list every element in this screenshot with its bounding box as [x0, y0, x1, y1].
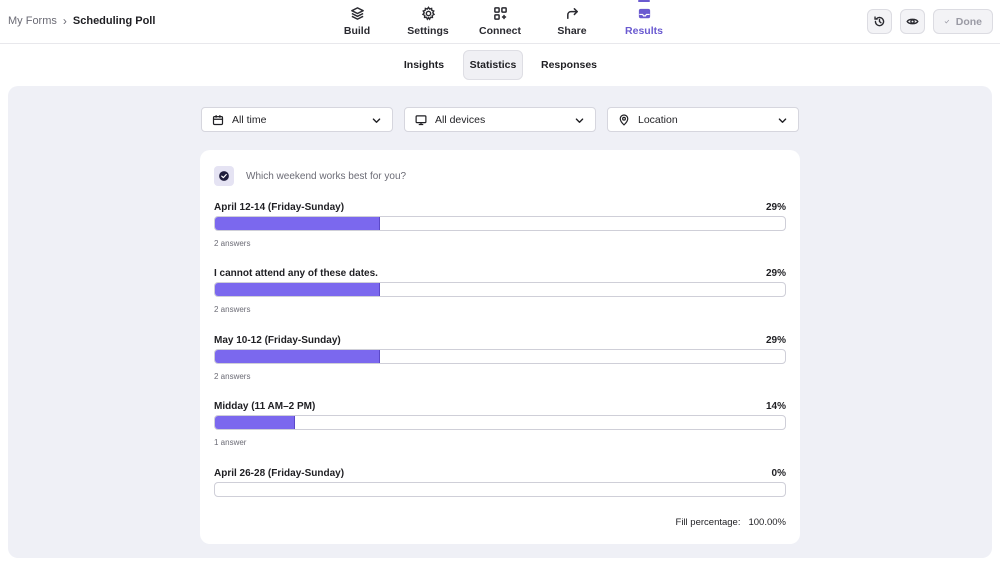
statistics-panel: All time All devices Location Which week… — [8, 86, 992, 558]
layers-icon — [350, 7, 364, 20]
option-row: April 12-14 (Friday-Sunday) 29% 2 answer… — [214, 202, 786, 262]
top-bar: My Forms › Scheduling Poll Build Setting… — [0, 0, 1000, 44]
device-filter[interactable]: All devices — [404, 107, 596, 132]
nav-connect-label: Connect — [479, 25, 521, 37]
tab-statistics[interactable]: Statistics — [463, 50, 523, 80]
option-label: I cannot attend any of these dates. — [214, 268, 378, 279]
question-stats-card: Which weekend works best for you? April … — [200, 150, 800, 544]
nav-results-label: Results — [625, 25, 663, 37]
device-filter-label: All devices — [435, 113, 486, 126]
progress-fill — [215, 283, 381, 296]
option-answer-count: 2 answers — [214, 305, 251, 314]
date-range-label: All time — [232, 113, 267, 126]
option-label: April 26-28 (Friday-Sunday) — [214, 468, 345, 479]
progress-track — [214, 216, 786, 231]
grid-plus-icon — [493, 7, 507, 20]
done-button[interactable]: Done — [933, 9, 993, 34]
progress-fill — [215, 217, 381, 230]
option-row: May 10-12 (Friday-Sunday) 29% 2 answers — [214, 335, 786, 395]
nav-build-label: Build — [343, 25, 371, 37]
nav-share[interactable]: Share — [542, 6, 602, 37]
nav-settings[interactable]: Settings — [398, 6, 458, 37]
map-pin-icon — [618, 113, 630, 126]
progress-fill — [215, 416, 295, 429]
question-text: Which weekend works best for you? — [246, 171, 407, 182]
fill-percentage-value: 100.00% — [748, 517, 786, 528]
chevron-down-icon — [574, 115, 585, 126]
option-answer-count: 2 answers — [214, 239, 251, 248]
option-percent: 14% — [765, 401, 786, 412]
option-percent: 29% — [765, 268, 786, 279]
option-answer-count: 2 answers — [214, 372, 251, 381]
gear-icon — [421, 6, 435, 21]
option-row: Midday (11 AM–2 PM) 14% 1 answer — [214, 401, 786, 461]
option-percent: 0% — [771, 468, 786, 479]
calendar-icon — [212, 114, 224, 126]
chevron-down-icon — [777, 115, 788, 126]
date-range-filter[interactable]: All time — [201, 107, 393, 132]
progress-track — [214, 349, 786, 364]
history-button[interactable] — [867, 9, 892, 34]
progress-track — [214, 415, 786, 430]
option-label: April 12-14 (Friday-Sunday) — [214, 202, 345, 213]
nav-build[interactable]: Build — [327, 6, 387, 37]
share-arrow-icon — [566, 8, 578, 19]
option-percent: 29% — [765, 335, 786, 346]
nav-connect[interactable]: Connect — [470, 6, 530, 37]
active-tab-indicator — [638, 0, 650, 2]
nav-results[interactable]: Results — [614, 6, 674, 37]
progress-track — [214, 482, 786, 497]
main-nav: Build Settings Connect Share Results — [0, 0, 1000, 44]
history-icon — [874, 16, 885, 27]
chevron-down-icon — [371, 115, 382, 126]
tab-insights[interactable]: Insights — [395, 50, 453, 80]
done-label: Done — [955, 15, 982, 28]
fill-percentage-label: Fill percentage: — [675, 517, 741, 528]
progress-fill — [215, 350, 381, 363]
progress-track — [214, 282, 786, 297]
results-subtabs: Insights Statistics Responses — [0, 44, 1000, 84]
location-filter[interactable]: Location — [607, 107, 799, 132]
preview-button[interactable] — [900, 9, 925, 34]
fill-percentage: Fill percentage: 100.00% — [676, 517, 786, 528]
nav-settings-label: Settings — [407, 25, 449, 37]
tab-responses[interactable]: Responses — [536, 50, 602, 80]
eye-icon — [906, 18, 919, 25]
checkbox-question-icon — [214, 166, 234, 186]
location-filter-label: Location — [638, 113, 678, 126]
option-label: May 10-12 (Friday-Sunday) — [214, 335, 341, 346]
inbox-icon — [638, 8, 650, 19]
option-percent: 29% — [765, 202, 786, 213]
monitor-icon — [415, 114, 427, 126]
option-answer-count: 1 answer — [214, 438, 247, 447]
option-label: Midday (11 AM–2 PM) — [214, 401, 316, 412]
nav-share-label: Share — [557, 25, 587, 37]
option-row: I cannot attend any of these dates. 29% … — [214, 268, 786, 328]
checkmark-icon — [944, 19, 950, 24]
